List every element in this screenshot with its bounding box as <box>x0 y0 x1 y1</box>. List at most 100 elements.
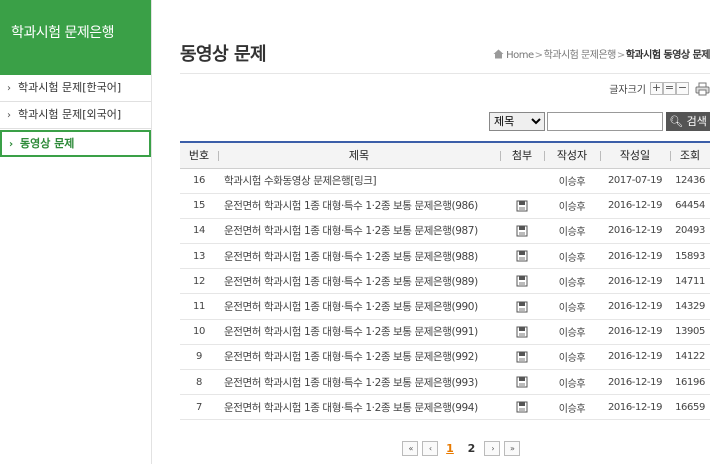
print-icon[interactable] <box>695 82 710 96</box>
sidebar-item-label: 학과시험 문제[외국어] <box>18 108 122 121</box>
row-title-link[interactable]: 운전면허 학과시험 1종 대형·특수 1·2종 보통 문제은행(986) <box>218 193 500 218</box>
row-date: 2016-12-19 <box>607 351 663 363</box>
table-row[interactable]: 12 운전면허 학과시험 1종 대형·특수 1·2종 보통 문제은행(989) 이승… <box>180 269 710 294</box>
file-attachment-icon[interactable] <box>516 200 528 212</box>
row-views: 20493 <box>675 225 705 237</box>
column-header-title: 제목 <box>218 141 500 169</box>
row-views: 16659 <box>675 401 705 413</box>
table-row[interactable]: 10 운전면허 학과시험 1종 대형·특수 1·2종 보통 문제은행(991) 이승… <box>180 319 710 345</box>
sidebar-item-korean[interactable]: › 학과시험 문제[한국어] <box>0 75 151 102</box>
sidebar-item-foreign[interactable]: › 학과시험 문제[외국어] <box>0 102 151 129</box>
title-divider <box>180 73 710 74</box>
column-header-date: 작성일 <box>600 141 670 169</box>
file-attachment-icon[interactable] <box>516 275 528 287</box>
row-date: 2016-12-19 <box>607 376 663 388</box>
table-row[interactable]: 13 운전면허 학과시험 1종 대형·특수 1·2종 보통 문제은행(988) 이승… <box>180 244 710 269</box>
font-decrease-button[interactable]: − <box>676 82 689 95</box>
table-body: 16 학과시험 수화동영상 문제은행[링크] 이승후 2017-07-19 12436 1… <box>180 168 710 420</box>
sidebar-item-label: 동영상 문제 <box>20 137 75 150</box>
row-author: 이승후 <box>558 378 586 390</box>
first-page-button[interactable]: « <box>402 441 418 456</box>
table-row[interactable]: 16 학과시험 수화동영상 문제은행[링크] 이승후 2017-07-19 12436 <box>180 168 710 194</box>
row-title-link[interactable]: 학과시험 수화동영상 문제은행[링크] <box>218 168 500 193</box>
row-date: 2016-12-19 <box>607 250 663 262</box>
table-row[interactable]: 7 운전면허 학과시험 1종 대형·특수 1·2종 보통 문제은행(994) 이승후… <box>180 395 710 420</box>
breadcrumb-current: 학과시험 동영상 문제 <box>625 50 711 61</box>
row-title-link[interactable]: 운전면허 학과시험 1종 대형·특수 1·2종 보통 문제은행(989) <box>218 269 500 294</box>
table-header-row: 번호 제목 첨부 작성자 작성일 조회 <box>180 141 710 169</box>
chevron-right-icon: › <box>7 83 11 94</box>
row-author: 이승후 <box>558 177 586 189</box>
row-date: 2016-12-19 <box>607 225 663 237</box>
row-title-link[interactable]: 운전면허 학과시험 1종 대형·특수 1·2종 보통 문제은행(992) <box>218 344 500 369</box>
row-views: 14711 <box>675 275 705 287</box>
column-header-attachment: 첨부 <box>500 141 544 169</box>
row-number: 10 <box>193 326 205 338</box>
row-attachment <box>500 269 544 294</box>
font-reset-button[interactable]: = <box>663 82 676 95</box>
main-content: 동영상 문제 Home>학과시험 문제은행>학과시험 동영상 문제 글자크기 + =… <box>152 0 720 464</box>
row-date: 2016-12-19 <box>607 275 663 287</box>
sidebar-item-video[interactable]: › 동영상 문제 <box>0 130 151 157</box>
search-input[interactable] <box>547 112 663 131</box>
font-size-controls: 글자크기 + = − <box>609 81 710 97</box>
chevron-right-icon: › <box>9 139 14 150</box>
row-number: 14 <box>193 225 205 237</box>
file-attachment-icon[interactable] <box>516 351 528 363</box>
file-attachment-icon[interactable] <box>516 376 528 388</box>
row-views: 12436 <box>675 175 705 187</box>
row-author: 이승후 <box>558 202 586 214</box>
row-title-link[interactable]: 운전면허 학과시험 1종 대형·특수 1·2종 보통 문제은행(988) <box>218 244 500 269</box>
row-date: 2017-07-19 <box>607 175 663 187</box>
row-views: 16196 <box>675 376 705 388</box>
font-size-label: 글자크기 <box>609 85 646 96</box>
home-icon <box>493 49 504 59</box>
sidebar-item-label: 학과시험 문제[한국어] <box>18 81 122 94</box>
row-number: 11 <box>193 301 205 313</box>
row-views: 14122 <box>675 351 705 363</box>
row-number: 13 <box>193 250 205 262</box>
row-author: 이승후 <box>558 252 586 264</box>
search-button[interactable]: 🔍︎ 검색 <box>666 112 710 131</box>
row-number: 15 <box>193 200 205 212</box>
file-attachment-icon[interactable] <box>516 250 528 262</box>
row-attachment <box>500 244 544 269</box>
font-increase-button[interactable]: + <box>650 82 663 95</box>
chevron-right-icon: > <box>534 50 543 61</box>
row-title-link[interactable]: 운전면허 학과시험 1종 대형·특수 1·2종 보통 문제은행(991) <box>218 319 500 344</box>
row-date: 2016-12-19 <box>607 326 663 338</box>
table-row[interactable]: 9 운전면허 학과시험 1종 대형·특수 1·2종 보통 문제은행(992) 이승후… <box>180 344 710 370</box>
search-field-select[interactable]: 제목 <box>489 112 545 131</box>
file-attachment-icon[interactable] <box>516 225 528 237</box>
pagination: « ‹ 1 2 › » <box>402 441 520 457</box>
prev-page-button[interactable]: ‹ <box>421 441 438 456</box>
row-title-link[interactable]: 운전면허 학과시험 1종 대형·특수 1·2종 보통 문제은행(994) <box>218 395 500 420</box>
row-title-link[interactable]: 운전면허 학과시험 1종 대형·특수 1·2종 보통 문제은행(990) <box>218 294 500 319</box>
table-row[interactable]: 15 운전면허 학과시험 1종 대형·특수 1·2종 보통 문제은행(986) 이승… <box>180 193 710 219</box>
file-attachment-icon[interactable] <box>516 301 528 313</box>
row-title-link[interactable]: 운전면허 학과시험 1종 대형·특수 1·2종 보통 문제은행(987) <box>218 218 500 243</box>
next-page-button[interactable]: › <box>484 441 500 456</box>
row-author: 이승후 <box>558 328 586 340</box>
last-page-button[interactable]: » <box>503 441 520 456</box>
row-number: 9 <box>196 351 202 363</box>
breadcrumb-home[interactable]: Home <box>506 50 534 61</box>
row-author: 이승후 <box>558 227 586 239</box>
page-number[interactable]: 2 <box>463 442 481 455</box>
row-attachment <box>500 294 544 319</box>
table-row[interactable]: 8 운전면허 학과시험 1종 대형·특수 1·2종 보통 문제은행(993) 이승후… <box>180 370 710 395</box>
row-attachment <box>500 395 544 420</box>
row-author: 이승후 <box>558 403 586 415</box>
file-attachment-icon[interactable] <box>516 326 528 338</box>
row-author: 이승후 <box>558 277 586 289</box>
file-attachment-icon[interactable] <box>516 401 528 413</box>
row-author: 이승후 <box>558 303 586 315</box>
sidebar-menu: › 학과시험 문제[한국어] › 학과시험 문제[외국어] › 동영상 문제 <box>0 75 151 157</box>
table-row[interactable]: 11 운전면허 학과시험 1종 대형·특수 1·2종 보통 문제은행(990) 이승… <box>180 294 710 320</box>
row-number: 12 <box>193 275 205 287</box>
page-number-current[interactable]: 1 <box>441 442 459 455</box>
breadcrumb-parent[interactable]: 학과시험 문제은행 <box>544 50 617 61</box>
row-date: 2016-12-19 <box>607 401 663 413</box>
table-row[interactable]: 14 운전면허 학과시험 1종 대형·특수 1·2종 보통 문제은행(987) 이승… <box>180 218 710 244</box>
row-title-link[interactable]: 운전면허 학과시험 1종 대형·특수 1·2종 보통 문제은행(993) <box>218 370 500 395</box>
